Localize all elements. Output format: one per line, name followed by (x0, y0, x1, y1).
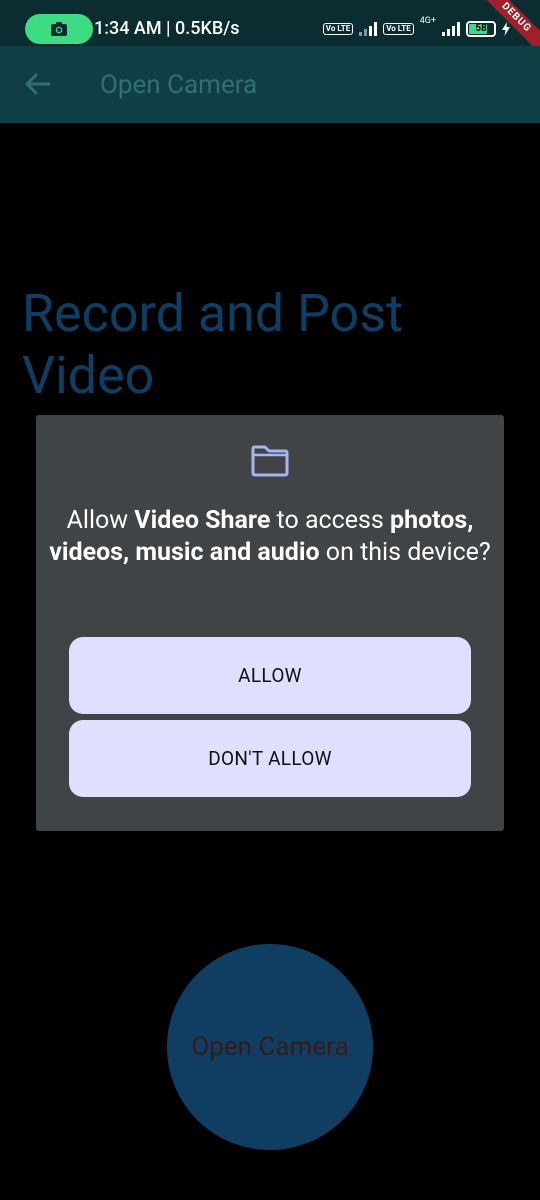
signal-icon-2 (442, 22, 460, 36)
folder-icon (251, 445, 289, 477)
page-headline: Record and Post Video (22, 283, 404, 406)
app-bar-title: Open Camera (100, 70, 258, 100)
battery-level: 58 (475, 23, 487, 34)
camera-icon (51, 22, 67, 36)
network-type: 4G+ (419, 16, 436, 26)
app-bar: Open Camera (0, 46, 540, 123)
signal-icon-1 (359, 22, 378, 36)
status-bar: 1:34 AM | 0.5KB/s Vo LTE Vo LTE 4G+ 58 D… (0, 0, 540, 60)
permission-message: Allow Video Share to access photos, vide… (36, 505, 504, 569)
dont-allow-button[interactable]: DON'T ALLOW (69, 720, 471, 797)
charging-icon (502, 22, 510, 36)
status-time-speed: 1:34 AM | 0.5KB/s (94, 18, 240, 39)
battery-icon: 58 (466, 21, 496, 37)
arrow-left-icon (25, 73, 51, 95)
open-camera-label: Open Camera (191, 1032, 349, 1062)
open-camera-button[interactable]: Open Camera (167, 944, 373, 1150)
message-prefix: Allow (66, 506, 135, 535)
volte-badge-2: Vo LTE (383, 23, 414, 35)
allow-button[interactable]: ALLOW (69, 637, 471, 714)
app-name: Video Share (134, 506, 271, 535)
screen-recording-indicator[interactable] (25, 14, 93, 44)
status-icons: Vo LTE Vo LTE 4G+ 58 (322, 16, 510, 41)
message-mid: to access (270, 506, 390, 535)
message-suffix: on this device? (319, 538, 491, 567)
volte-badge-1: Vo LTE (322, 23, 354, 35)
back-button[interactable] (20, 66, 56, 102)
